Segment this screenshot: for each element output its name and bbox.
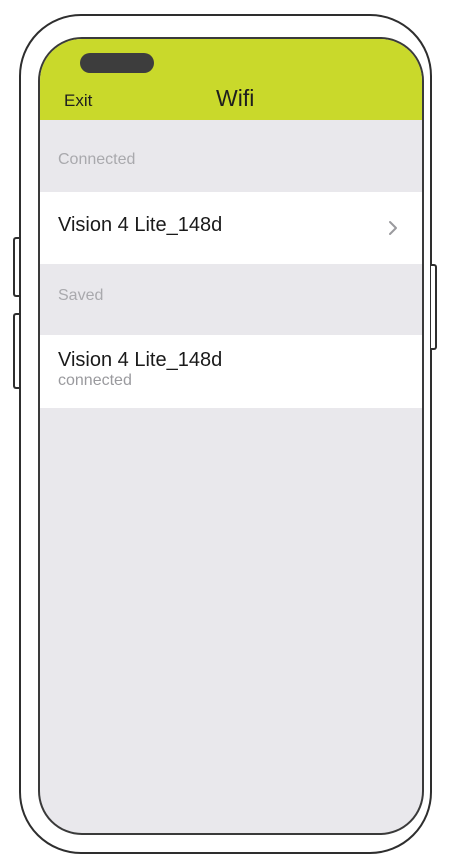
chevron-right-icon [389, 221, 397, 235]
camera-notch [80, 53, 154, 73]
saved-section-label: Saved [58, 287, 104, 304]
saved-network-status: connected [58, 372, 132, 389]
connected-section-label: Connected [58, 151, 136, 168]
volume-down-button [13, 313, 19, 389]
connected-network-name: Vision 4 Lite_148d [58, 214, 223, 236]
saved-network-row[interactable]: Vision 4 Lite_148d connected [40, 335, 422, 408]
saved-network-name: Vision 4 Lite_148d [58, 349, 223, 371]
power-button [431, 264, 437, 350]
volume-up-button [13, 237, 19, 297]
connected-network-row[interactable]: Vision 4 Lite_148d [40, 192, 422, 264]
page-title: Wifi [216, 85, 255, 111]
header-bar: Exit Wifi [40, 39, 422, 120]
phone-screen: Exit Wifi Connected Vision 4 Lite_148d S… [38, 37, 424, 835]
exit-button[interactable]: Exit [64, 91, 92, 111]
